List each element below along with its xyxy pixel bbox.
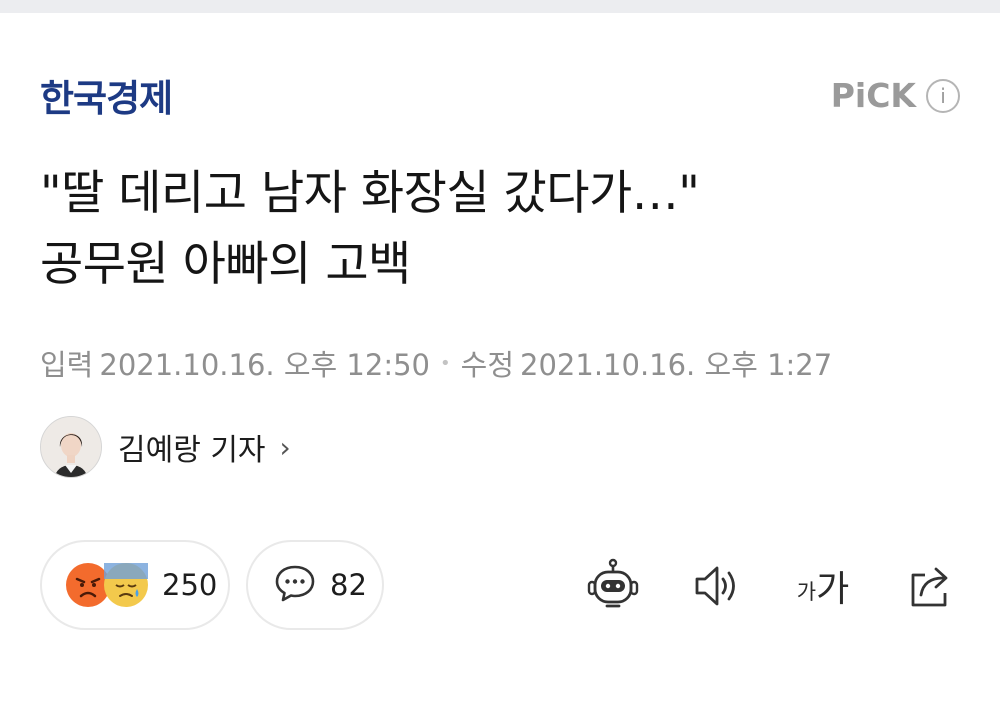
top-bar (0, 0, 1000, 13)
input-label: 입력 (40, 348, 94, 382)
article-toolbar: 가 가 (0, 556, 1000, 616)
headline-line-2: 공무원 아빠의 고백 (40, 237, 411, 292)
modified-time: 2021.10.16. 오후 1:27 (520, 348, 833, 382)
chevron-right-icon: › (279, 430, 291, 464)
reporter-avatar (40, 416, 102, 478)
separator-dot: • (440, 352, 451, 374)
speaker-icon[interactable] (690, 556, 744, 616)
font-size-small-label: 가 (796, 580, 817, 604)
reporter-name: 김예랑 기자 (118, 433, 266, 468)
share-icon[interactable] (904, 556, 958, 616)
reporter-link[interactable]: 김예랑 기자 › (40, 416, 291, 478)
pick-label: PiCK (830, 76, 916, 115)
input-time: 2021.10.16. 오후 12:50 (99, 348, 431, 382)
article-dateline: 입력 2021.10.16. 오후 12:50 • 수정 2021.10.16.… (40, 342, 832, 384)
modified-label: 수정 (460, 348, 515, 382)
font-size-large-label: 가 (816, 569, 850, 610)
press-logo[interactable]: 한국경제 (40, 68, 173, 122)
info-icon[interactable]: i (926, 78, 960, 113)
pick-badge: PiCK i (831, 76, 960, 115)
headline-line-1: "딸 데리고 남자 화장실 갔다가…" (40, 166, 700, 221)
article-headline: "딸 데리고 남자 화장실 갔다가…" 공무원 아빠의 고백 (40, 158, 970, 300)
robot-summary-icon[interactable] (584, 556, 642, 616)
font-size-icon[interactable]: 가 가 (792, 556, 854, 616)
